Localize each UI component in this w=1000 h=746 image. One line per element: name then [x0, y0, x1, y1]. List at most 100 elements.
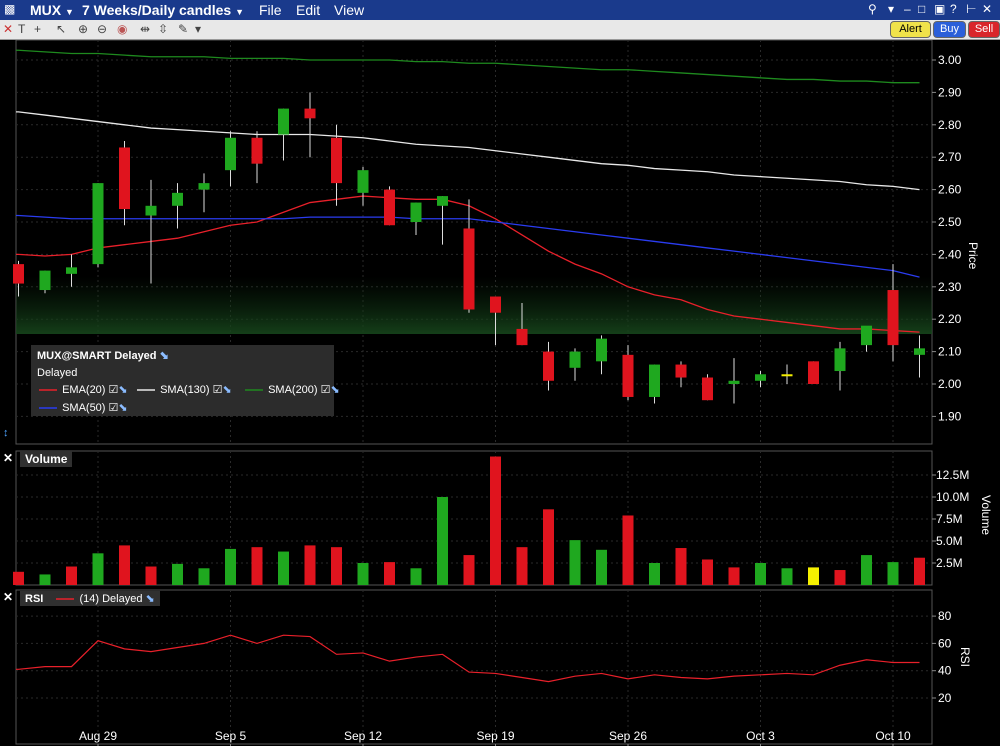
date-tick-label: Sep 5	[215, 729, 247, 743]
rsi-tick-label: 80	[938, 609, 952, 623]
sell-button[interactable]: Sell	[968, 21, 1000, 38]
settings-icon[interactable]: ⬊	[118, 402, 127, 414]
text-tool-icon[interactable]: T	[18, 22, 25, 36]
target-icon[interactable]: ◉	[117, 22, 127, 36]
volume-tick-label: 10.0M	[936, 490, 969, 504]
volume-bar	[490, 456, 501, 585]
maximize-icon[interactable]: □	[918, 2, 925, 16]
menu-view[interactable]: View	[334, 2, 364, 18]
volume-bar	[755, 563, 766, 585]
volume-bar	[675, 548, 687, 585]
candle-body	[622, 354, 634, 397]
settings-icon[interactable]: ⬊	[146, 593, 155, 605]
alert-button[interactable]: Alert	[890, 21, 931, 38]
legend-item-sma130[interactable]: SMA(130) ☑⬊	[135, 383, 232, 396]
close-icon[interactable]: ✕	[982, 2, 992, 16]
volume-bar	[92, 553, 104, 585]
candle-body	[596, 338, 607, 362]
buy-button[interactable]: Buy	[933, 21, 966, 38]
symbol-selector[interactable]: MUX ▼	[30, 2, 74, 18]
candle-body	[649, 364, 660, 397]
restore-icon[interactable]: ▣	[934, 2, 945, 16]
pan-icon[interactable]: ⇹	[140, 22, 150, 36]
volume-bars	[13, 456, 925, 585]
menu-edit[interactable]: Edit	[296, 2, 320, 18]
checkbox-icon[interactable]: ☑	[213, 384, 223, 396]
legend-item-sma200[interactable]: SMA(200) ☑⬊	[243, 383, 340, 396]
close-icon[interactable]: ✕	[3, 22, 13, 36]
volume-bar	[384, 562, 395, 585]
date-tick-label: Sep 26	[609, 729, 647, 743]
ma-line-sma200	[16, 49, 920, 84]
ema-swatch	[39, 389, 57, 391]
volume-bar	[145, 566, 157, 585]
candle-body	[278, 108, 289, 135]
price-axis: 1.90 2.00 2.10 2.20 2.30 2.40 2.50 2.60 2.70 2.80…	[932, 53, 962, 423]
candle-body	[808, 361, 819, 384]
candle-body	[172, 192, 183, 206]
date-tick-label: Sep 12	[344, 729, 382, 743]
candle-body	[357, 170, 369, 193]
interval-label: 7 Weeks/Daily candles	[82, 2, 232, 18]
settings-icon[interactable]: ⬊	[331, 384, 340, 396]
price-tick-label: 2.00	[938, 377, 962, 391]
sma50-swatch	[39, 407, 57, 409]
menu-file[interactable]: File	[259, 2, 282, 18]
scale-icon[interactable]: ⇳	[158, 22, 168, 36]
rsi-panel-label[interactable]: RSI (14) Delayed ⬊	[20, 591, 160, 606]
settings-icon[interactable]: ⬊	[118, 384, 127, 396]
zoom-out-icon[interactable]: ⊖	[97, 22, 107, 36]
tools-icon[interactable]: ✎	[178, 22, 188, 36]
checkbox-icon[interactable]: ☑	[109, 384, 119, 396]
dropdown-icon[interactable]: ▾	[888, 2, 894, 16]
pin-icon[interactable]: ⊢	[966, 2, 976, 16]
price-tick-label: 3.00	[938, 53, 962, 67]
volume-bar	[13, 571, 24, 585]
close-volume-icon[interactable]: ✕	[3, 451, 13, 465]
volume-bar	[596, 549, 607, 585]
volume-bar	[437, 497, 448, 585]
crosshair-icon[interactable]: +	[34, 22, 41, 36]
minimize-icon[interactable]: –	[904, 2, 911, 16]
candle-body	[384, 189, 395, 226]
sma200-swatch	[245, 389, 263, 391]
checkbox-icon[interactable]: ☑	[109, 402, 119, 414]
volume-bar	[331, 547, 342, 585]
volume-bar	[861, 555, 872, 585]
candle-body	[145, 205, 157, 216]
volume-panel-label[interactable]: Volume	[20, 451, 73, 467]
symbol-label: MUX	[30, 2, 62, 18]
volume-tick-label: 2.5M	[936, 556, 963, 570]
candle-body	[304, 108, 316, 119]
rsi-series-label: (14) Delayed	[79, 593, 143, 605]
volume-bar	[278, 551, 289, 585]
link-icon[interactable]: ⚲	[868, 2, 877, 16]
candle-body	[490, 296, 501, 313]
help-icon[interactable]: ?	[950, 2, 957, 16]
date-tick-label: Sep 19	[476, 729, 514, 743]
candle-body	[755, 374, 766, 381]
scroll-arrow-icon[interactable]: ↕	[3, 427, 9, 439]
legend-item-sma50[interactable]: SMA(50) ☑⬊	[37, 401, 128, 414]
legend-title: MUX@SMART Delayed ⬊	[37, 349, 169, 362]
rsi-tick-label: 60	[938, 636, 952, 650]
interval-selector[interactable]: 7 Weeks/Daily candles ▼	[82, 2, 244, 18]
price-tick-label: 2.80	[938, 118, 962, 132]
date-tick-label: Aug 29	[79, 729, 117, 743]
settings-icon[interactable]: ⬊	[160, 350, 169, 362]
volume-bar	[569, 540, 581, 585]
legend-item-ema20[interactable]: EMA(20) ☑⬊	[37, 383, 128, 396]
chevron-down-icon[interactable]: ▾	[195, 22, 201, 36]
candle-body	[914, 348, 925, 355]
zoom-in-icon[interactable]: ⊕	[78, 22, 88, 36]
cursor-icon[interactable]: ↖	[56, 22, 66, 36]
legend-item-label: SMA(200)	[268, 384, 318, 396]
close-rsi-icon[interactable]: ✕	[3, 590, 13, 604]
settings-icon[interactable]: ⬊	[223, 384, 232, 396]
rsi-axis: 20 40 60 80	[932, 609, 952, 705]
candle-body	[225, 137, 236, 171]
candle-body	[331, 137, 342, 184]
volume-bar	[225, 548, 236, 585]
checkbox-icon[interactable]: ☑	[321, 384, 331, 396]
price-tick-label: 2.60	[938, 183, 962, 197]
